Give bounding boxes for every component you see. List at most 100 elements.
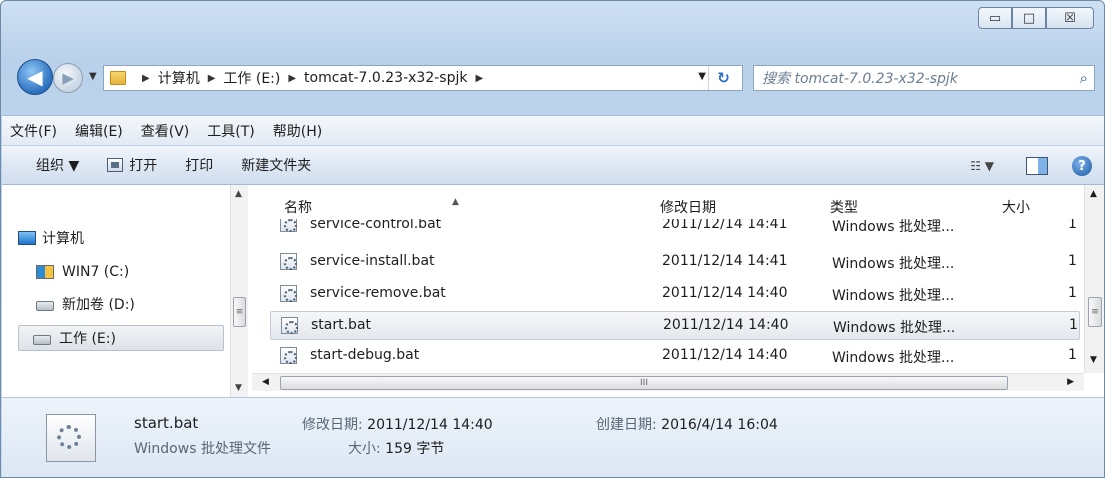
column-size[interactable]: 大小 — [1002, 197, 1030, 217]
change-view-icon[interactable]: ☷ ▼ — [970, 159, 994, 173]
caption-buttons: ▭ □ ☒ — [978, 7, 1094, 29]
breadcrumb-arrow-icon[interactable]: ▶ — [288, 73, 296, 84]
details-file-type: Windows 批处理文件 — [134, 441, 271, 457]
scroll-right-icon[interactable]: ▶ — [1067, 377, 1074, 387]
scroll-down-icon[interactable]: ▼ — [235, 383, 242, 393]
menu-tools[interactable]: 工具(T) — [207, 121, 254, 141]
menu-help[interactable]: 帮助(H) — [273, 121, 322, 141]
minimize-button[interactable]: ▭ — [978, 7, 1012, 29]
nav-item-drive-e[interactable]: 工作 (E:) — [18, 325, 224, 351]
breadcrumb: ▶ 计算机 ▶ 工作 (E:) ▶ tomcat-7.0.23-x32-spjk… — [134, 68, 491, 88]
nav-item-label: 计算机 — [42, 231, 84, 247]
details-size-value: 159 字节 — [385, 441, 445, 457]
breadcrumb-arrow-icon[interactable]: ▶ — [475, 73, 483, 84]
table-row-selected[interactable]: start.bat 2011/12/14 14:40 Windows 批处理..… — [270, 311, 1080, 340]
details-created: 创建日期: 2016/4/14 16:04 — [596, 414, 778, 434]
nav-item-win7[interactable]: WIN7 (C:) — [32, 259, 129, 285]
column-name[interactable]: 名称 — [284, 197, 312, 217]
file-type: Windows 批处理... — [832, 219, 955, 235]
table-row[interactable]: service-remove.bat 2011/12/14 14:40 Wind… — [270, 280, 1080, 309]
gear-icon — [57, 425, 81, 449]
details-created-label: 创建日期: — [596, 417, 657, 433]
nav-scrollbar[interactable]: ▲ ≡ ▼ — [230, 185, 248, 397]
address-dropdown-icon[interactable]: ▼ — [698, 71, 706, 82]
new-folder-button[interactable]: 新建文件夹 — [241, 155, 311, 175]
batch-file-icon — [280, 347, 297, 364]
file-size: 1 — [1068, 253, 1077, 269]
nav-item-drive-d[interactable]: 新加卷 (D:) — [32, 291, 135, 317]
details-modified-value: 2011/12/14 14:40 — [367, 417, 493, 433]
address-bar[interactable]: ▶ 计算机 ▶ 工作 (E:) ▶ tomcat-7.0.23-x32-spjk… — [103, 65, 743, 91]
menu-view[interactable]: 查看(V) — [141, 121, 190, 141]
details-created-value: 2016/4/14 16:04 — [661, 417, 778, 433]
file-list-hscrollbar[interactable]: ◀ III ▶ — [252, 373, 1084, 391]
organize-button[interactable]: 组织 ▼ — [36, 155, 79, 175]
menu-bar: 文件(F) 编辑(E) 查看(V) 工具(T) 帮助(H) — [2, 115, 1104, 145]
windows-drive-icon — [36, 265, 54, 279]
file-size: 1 — [1068, 219, 1077, 232]
scroll-up-icon[interactable]: ▲ — [1090, 189, 1097, 199]
scroll-down-icon[interactable]: ▼ — [1090, 355, 1097, 365]
search-input[interactable]: 搜索 tomcat-7.0.23-x32-spjk ⌕ — [753, 65, 1095, 91]
table-row[interactable]: service-install.bat 2011/12/14 14:41 Win… — [270, 248, 1080, 277]
file-modified: 2011/12/14 14:41 — [662, 253, 788, 269]
details-pane: start.bat Windows 批处理文件 修改日期: 2011/12/14… — [2, 397, 1104, 477]
hscroll-thumb[interactable]: III — [280, 376, 1008, 390]
scroll-left-icon[interactable]: ◀ — [262, 377, 269, 387]
computer-icon — [18, 231, 36, 245]
refresh-icon[interactable]: ↻ — [708, 66, 738, 90]
nav-item-label: 工作 (E:) — [59, 331, 116, 347]
table-row[interactable]: service-control.bat 2011/12/14 14:41 Win… — [270, 219, 1080, 241]
file-size: 1 — [1068, 347, 1077, 363]
breadcrumb-computer[interactable]: 计算机 — [158, 68, 200, 88]
breadcrumb-drive-e[interactable]: 工作 (E:) — [223, 68, 280, 88]
file-list: ▲ 名称 修改日期 类型 大小 service-control.bat 2011… — [252, 185, 1104, 397]
file-modified: 2011/12/14 14:40 — [663, 317, 789, 333]
details-size: 大小: 159 字节 — [348, 438, 444, 458]
content-area: 计算机 WIN7 (C:) 新加卷 (D:) 工作 (E:) ▲ ≡ ▼ ▲ 名… — [2, 185, 1104, 397]
file-type: Windows 批处理... — [833, 320, 956, 336]
recent-pages-dropdown[interactable]: ▼ — [89, 71, 97, 82]
forward-button[interactable]: ▶ — [53, 63, 83, 93]
table-row[interactable]: start-debug.bat 2011/12/14 14:40 Windows… — [270, 342, 1080, 371]
file-name: service-control.bat — [310, 219, 442, 232]
breadcrumb-arrow-icon[interactable]: ▶ — [208, 73, 216, 84]
sort-arrow-icon: ▲ — [452, 197, 459, 207]
open-label: 打开 — [129, 158, 158, 174]
column-type[interactable]: 类型 — [830, 197, 858, 217]
open-button[interactable]: 打开 — [107, 155, 157, 175]
file-modified: 2011/12/14 14:40 — [662, 285, 788, 301]
search-icon[interactable]: ⌕ — [1080, 69, 1088, 87]
scroll-thumb[interactable]: ≡ — [1088, 297, 1102, 327]
details-size-label: 大小: — [348, 441, 381, 457]
address-row: ◀ ▶ ▼ ▶ 计算机 ▶ 工作 (E:) ▶ tomcat-7.0.23-x3… — [1, 57, 1104, 97]
maximize-button[interactable]: □ — [1012, 7, 1046, 29]
menu-file[interactable]: 文件(F) — [10, 121, 57, 141]
file-size: 1 — [1069, 317, 1078, 333]
close-button[interactable]: ☒ — [1046, 7, 1094, 29]
nav-item-computer[interactable]: 计算机 — [14, 225, 84, 251]
batch-file-large-icon — [46, 414, 96, 462]
navigation-pane: 计算机 WIN7 (C:) 新加卷 (D:) 工作 (E:) ▲ ≡ ▼ — [2, 185, 252, 397]
scroll-up-icon[interactable]: ▲ — [235, 189, 242, 199]
scroll-thumb[interactable]: ≡ — [233, 297, 246, 327]
file-name: start.bat — [311, 317, 372, 333]
preview-pane-icon[interactable] — [1026, 157, 1048, 175]
column-modified[interactable]: 修改日期 — [660, 197, 716, 217]
print-button[interactable]: 打印 — [185, 155, 213, 175]
drive-icon — [33, 335, 51, 345]
menu-edit[interactable]: 编辑(E) — [75, 121, 123, 141]
file-name: service-install.bat — [310, 253, 435, 269]
organize-label: 组织 ▼ — [36, 158, 80, 174]
help-icon[interactable]: ? — [1072, 156, 1092, 176]
file-modified: 2011/12/14 14:40 — [662, 347, 788, 363]
explorer-window: ▭ □ ☒ ◀ ▶ ▼ ▶ 计算机 ▶ 工作 (E:) ▶ tomcat-7.0… — [0, 0, 1105, 478]
batch-file-icon — [280, 285, 297, 302]
column-headers: ▲ 名称 修改日期 类型 大小 — [252, 185, 1080, 216]
back-button[interactable]: ◀ — [17, 59, 53, 95]
breadcrumb-tomcat[interactable]: tomcat-7.0.23-x32-spjk — [304, 70, 467, 86]
file-list-vscrollbar[interactable]: ▲ ≡ ▼ — [1084, 185, 1104, 373]
breadcrumb-arrow-icon[interactable]: ▶ — [142, 73, 150, 84]
details-modified: 修改日期: 2011/12/14 14:40 — [302, 414, 493, 434]
open-icon — [107, 158, 124, 172]
